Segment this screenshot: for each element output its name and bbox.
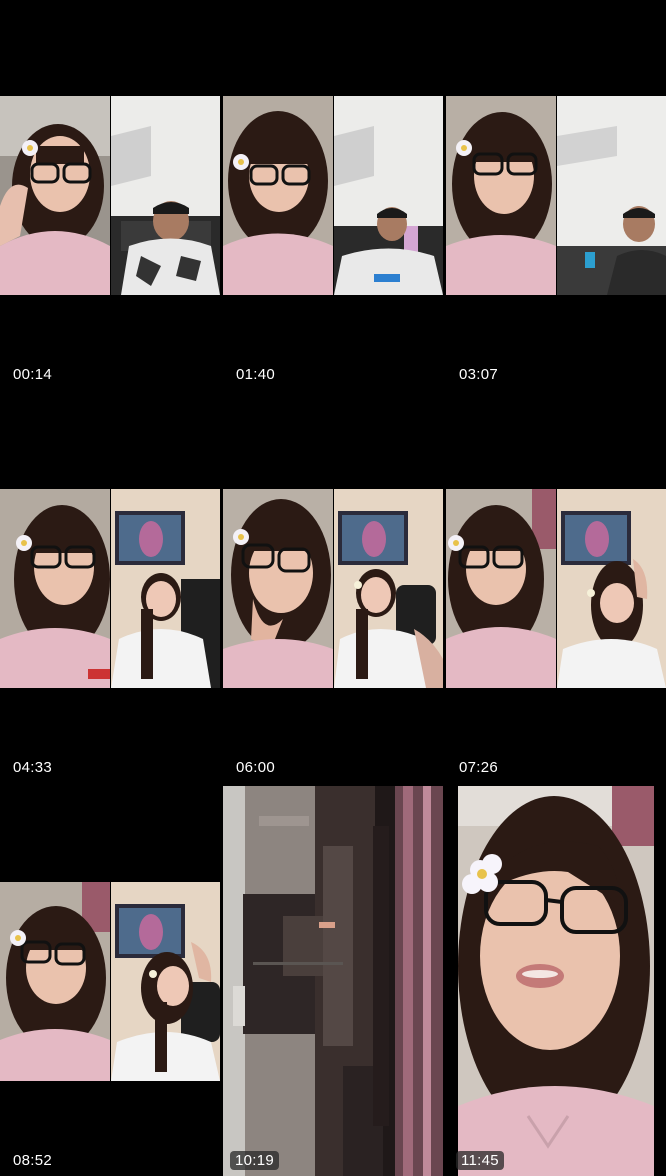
split-right-frame xyxy=(557,96,666,295)
video-thumbnail[interactable]: 03:07 xyxy=(446,0,666,390)
timestamp-label: 04:33 xyxy=(13,759,53,776)
single-frame xyxy=(458,786,654,1176)
video-thumbnail[interactable]: 04:33 xyxy=(0,393,220,783)
video-thumbnail[interactable]: 07:26 xyxy=(446,393,666,783)
timestamp-label: 00:14 xyxy=(13,366,53,383)
split-left-frame xyxy=(0,96,110,295)
split-left-frame xyxy=(446,96,556,295)
video-thumbnail[interactable]: 10:19 xyxy=(223,786,443,1176)
timestamp-label: 10:19 xyxy=(230,1151,280,1170)
split-left-frame xyxy=(223,489,333,688)
thumbnail-grid: 00:14 01:40 03:07 04:33 06:00 07:26 08:5… xyxy=(0,0,666,1176)
video-thumbnail[interactable]: 11:45 xyxy=(446,786,666,1176)
split-right-frame xyxy=(557,489,666,688)
timestamp-label: 07:26 xyxy=(459,759,499,776)
split-left-frame xyxy=(0,882,110,1081)
video-thumbnail[interactable]: 01:40 xyxy=(223,0,443,390)
video-thumbnail[interactable]: 00:14 xyxy=(0,0,220,390)
split-left-frame xyxy=(223,96,333,295)
timestamp-label: 03:07 xyxy=(459,366,499,383)
split-right-frame xyxy=(111,882,220,1081)
video-thumbnail[interactable]: 08:52 xyxy=(0,786,220,1176)
timestamp-label: 08:52 xyxy=(13,1152,53,1169)
split-right-frame xyxy=(334,96,443,295)
glitch-frame xyxy=(223,786,443,1176)
split-right-frame xyxy=(334,489,443,688)
video-thumbnail[interactable]: 06:00 xyxy=(223,393,443,783)
split-right-frame xyxy=(111,96,220,295)
split-right-frame xyxy=(111,489,220,688)
timestamp-label: 11:45 xyxy=(456,1151,504,1170)
timestamp-label: 06:00 xyxy=(236,759,276,776)
timestamp-label: 01:40 xyxy=(236,366,276,383)
split-left-frame xyxy=(0,489,110,688)
split-left-frame xyxy=(446,489,556,688)
